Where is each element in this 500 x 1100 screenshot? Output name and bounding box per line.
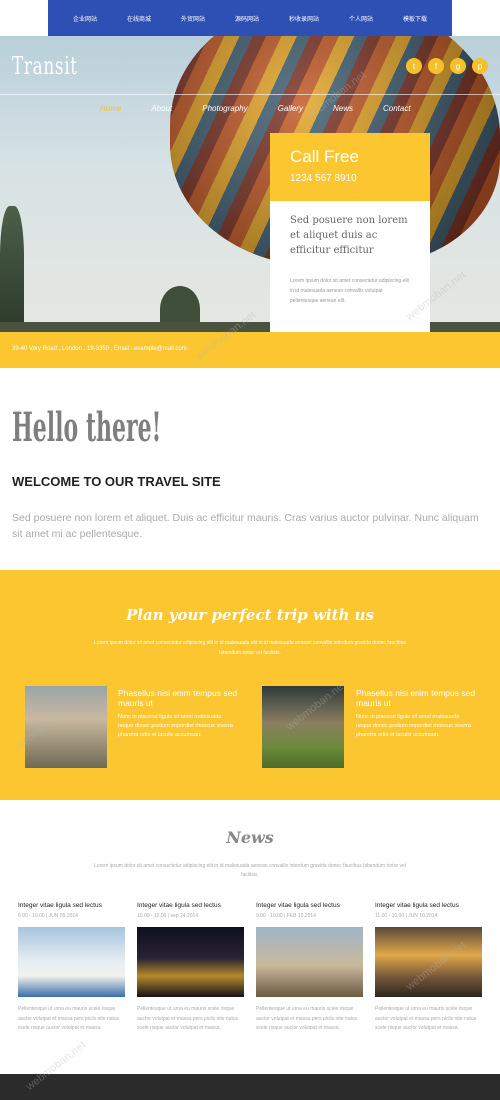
news-item-date: 11.00 - 10.00 | JUN 10.2014 bbox=[375, 913, 438, 919]
twitter-icon[interactable]: t bbox=[406, 58, 422, 74]
phone-number[interactable]: 1234 567 8910 bbox=[290, 173, 410, 184]
news-item: Integer vitae ligula sed lectus 6.00 - 1… bbox=[18, 902, 125, 1034]
menu-item-about[interactable]: About bbox=[151, 104, 172, 113]
address-text: 39-40 Vary Road , London , 19-3350 , Ema… bbox=[12, 346, 187, 352]
welcome-heading: WELCOME TO OUR TRAVEL SITE bbox=[12, 474, 221, 489]
sunset-road-photo[interactable] bbox=[375, 927, 482, 997]
stonehenge-photo bbox=[262, 686, 344, 768]
topnav-item-template-download[interactable]: 模板下载 bbox=[403, 14, 427, 23]
news-item: Integer vitae ligula sed lectus 11.00 - … bbox=[375, 902, 482, 1034]
main-menu: Home About Photography Gallery News Cont… bbox=[100, 104, 411, 113]
menu-item-home[interactable]: Home bbox=[100, 104, 121, 113]
social-links: t f g p bbox=[406, 58, 488, 74]
slider-heading: Sed posuere non lorem et aliquet duis ac… bbox=[290, 215, 408, 256]
topnav-item-fast-index[interactable]: 秒收录网站 bbox=[289, 14, 319, 23]
news-item-heading[interactable]: Integer vitae ligula sed lectus bbox=[256, 902, 363, 909]
news-title: News bbox=[226, 828, 274, 847]
site-logo[interactable]: Transit bbox=[12, 52, 78, 80]
slider-text: Lorem ipsum dolor sit amet consectetur a… bbox=[290, 278, 409, 304]
topnav-item-mall[interactable]: 在线商城 bbox=[127, 14, 151, 23]
news-item-text: Pellentesque ut urna eu mauris scele ris… bbox=[137, 1006, 239, 1031]
news-item-heading[interactable]: Integer vitae ligula sed lectus bbox=[137, 902, 244, 909]
footer bbox=[0, 1074, 500, 1100]
google-plus-icon[interactable]: g bbox=[450, 58, 466, 74]
topnav-item-trade[interactable]: 外贸网站 bbox=[181, 14, 205, 23]
news-item-text: Pellentesque ut urna eu mauris scele ris… bbox=[375, 1006, 477, 1031]
news-item-date: 6.00 - 10.00 | JUN 09.2014 bbox=[18, 913, 78, 919]
intro-paragraph: Sed posuere non lorem et aliquet. Duis a… bbox=[12, 512, 479, 540]
menu-item-news[interactable]: News bbox=[333, 104, 353, 113]
santorini-photo[interactable] bbox=[18, 927, 125, 997]
news-item-date: 10.00 - 12.00 | sep 24.2014 bbox=[137, 913, 199, 919]
plan-text: Lorem ipsum dolor sit amet consectetur a… bbox=[94, 640, 406, 656]
topnav-item-source[interactable]: 源码网站 bbox=[235, 14, 259, 23]
travelers-photo bbox=[25, 686, 107, 768]
nav-divider bbox=[0, 94, 500, 95]
topnav-item-enterprise[interactable]: 企业网站 bbox=[73, 14, 97, 23]
top-nav: 企业网站 在线商城 外贸网站 源码网站 秒收录网站 个人网站 模板下载 bbox=[48, 0, 452, 36]
news-item: Integer vitae ligula sed lectus 10.00 - … bbox=[137, 902, 244, 1034]
call-free-title: Call Free bbox=[290, 147, 359, 166]
hero-slider-panel: Sed posuere non lorem et aliquet duis ac… bbox=[270, 201, 430, 353]
news-item-date: 9.00 - 10.00 | FEB 10.2014 bbox=[256, 913, 316, 919]
news-text: Lorem ipsum dolor sit amet consectetur a… bbox=[94, 863, 406, 878]
menu-item-photography[interactable]: Photography bbox=[202, 104, 247, 113]
plan-card-heading[interactable]: Phasellus nisi enim tempus sed mauris ut bbox=[118, 688, 242, 708]
tree-image bbox=[0, 206, 24, 332]
pinterest-icon[interactable]: p bbox=[472, 58, 488, 74]
menu-item-contact[interactable]: Contact bbox=[383, 104, 411, 113]
news-item-heading[interactable]: Integer vitae ligula sed lectus bbox=[18, 902, 125, 909]
plan-title: Plan your perfect trip with us bbox=[125, 606, 375, 624]
news-item: Integer vitae ligula sed lectus 9.00 - 1… bbox=[256, 902, 363, 1034]
plan-card-text: Nunc in placerat ligula sit amet malesua… bbox=[118, 714, 233, 738]
news-item-heading[interactable]: Integer vitae ligula sed lectus bbox=[375, 902, 482, 909]
news-item-text: Pellentesque ut urna eu mauris scele ris… bbox=[256, 1006, 358, 1031]
plan-card-heading[interactable]: Phasellus nisi enim tempus sed mauris ut bbox=[356, 688, 480, 708]
call-free-box: Call Free 1234 567 8910 bbox=[270, 133, 430, 201]
topnav-item-personal[interactable]: 个人网站 bbox=[349, 14, 373, 23]
hello-title: Hello there! bbox=[12, 404, 162, 451]
facebook-icon[interactable]: f bbox=[428, 58, 444, 74]
balloons-photo[interactable] bbox=[256, 927, 363, 997]
night-castle-photo[interactable] bbox=[137, 927, 244, 997]
plan-card-text: Nunc in placerat ligula sit amet malesua… bbox=[356, 714, 471, 738]
menu-item-gallery[interactable]: Gallery bbox=[278, 104, 303, 113]
news-item-text: Pellentesque ut urna eu mauris scele ris… bbox=[18, 1006, 120, 1031]
